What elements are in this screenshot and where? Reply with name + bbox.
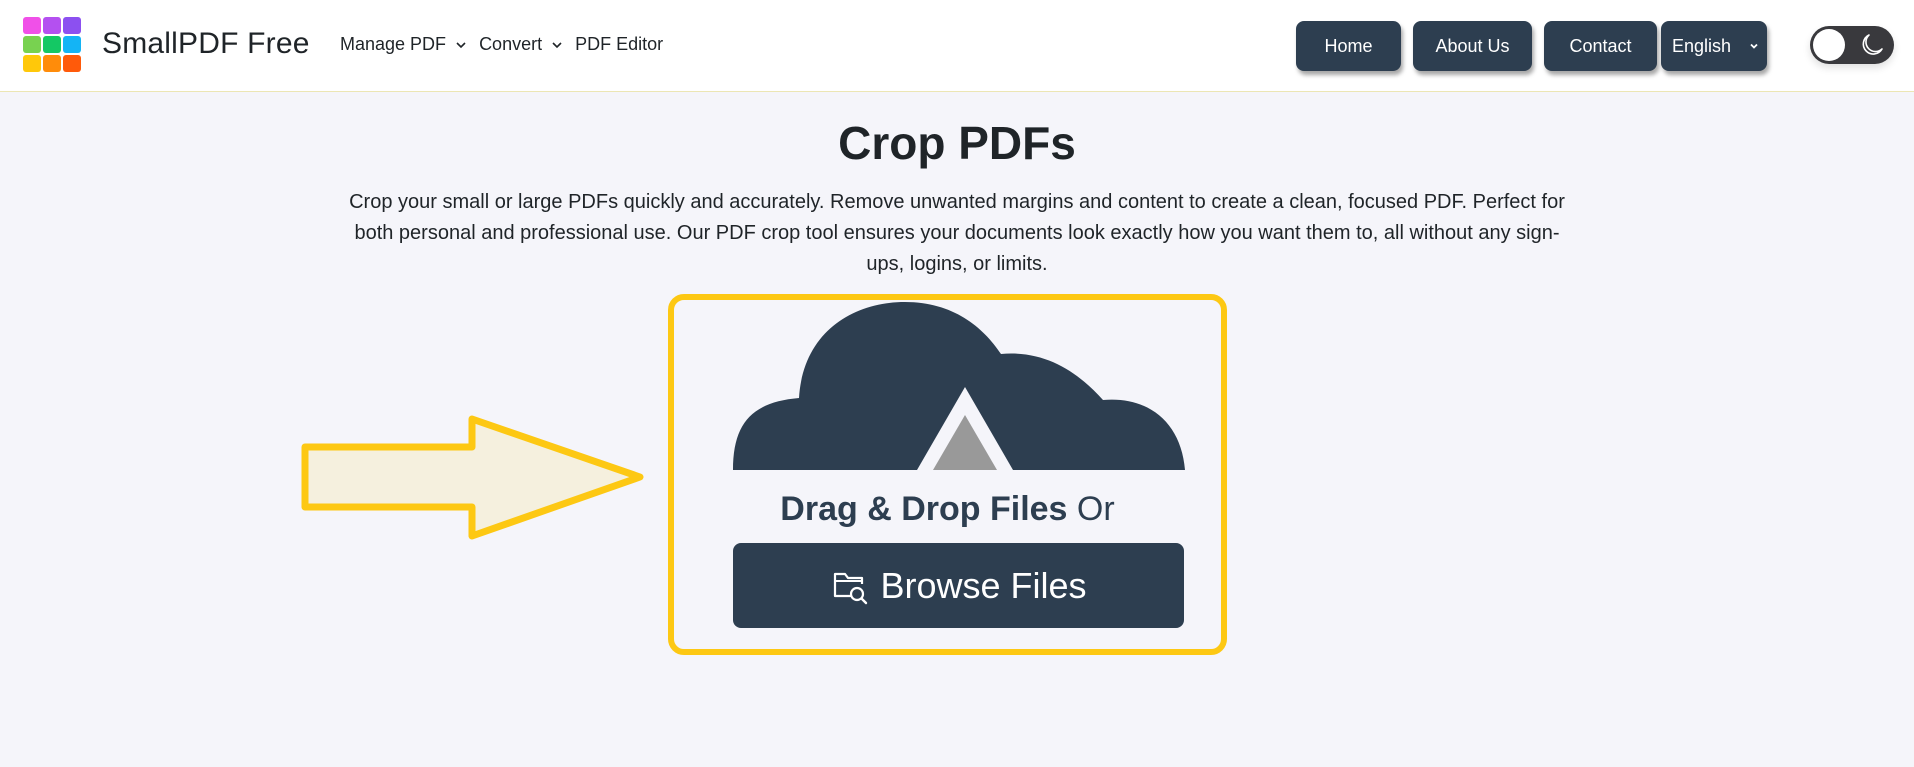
nav-convert-label: Convert xyxy=(479,34,543,54)
browse-files-label: Browse Files xyxy=(880,564,1087,606)
cloud-upload-icon xyxy=(733,302,1185,470)
app-grid-logo[interactable] xyxy=(23,17,83,73)
nav-pdf-editor[interactable]: PDF Editor xyxy=(575,34,663,55)
contact-button[interactable]: Contact xyxy=(1544,21,1657,71)
language-select-value: English xyxy=(1672,35,1732,56)
page-title: Crop PDFs xyxy=(838,117,1076,169)
logo-tile xyxy=(63,36,81,53)
site-header: SmallPDF Free Manage PDF Convert PDF Edi… xyxy=(0,0,1914,92)
chevron-down-icon xyxy=(1750,43,1758,49)
logo-tile xyxy=(63,17,81,34)
home-button[interactable]: Home xyxy=(1296,21,1401,71)
logo-tile xyxy=(63,55,81,72)
drag-drop-bold: Drag & Drop Files xyxy=(780,490,1068,528)
arrow-right-icon xyxy=(301,415,644,540)
brand-name[interactable]: SmallPDF Free xyxy=(102,27,310,61)
drag-drop-or: Or xyxy=(1076,490,1115,528)
logo-tile xyxy=(23,55,41,72)
header-buttons: Home About Us Contact English xyxy=(1296,21,1767,71)
language-select[interactable]: English xyxy=(1661,21,1767,71)
logo-tile xyxy=(43,55,61,72)
logo-tile xyxy=(43,36,61,53)
folder-search-icon xyxy=(834,572,868,604)
nav-pdf-editor-label: PDF Editor xyxy=(575,34,664,54)
logo-tile xyxy=(43,17,61,34)
about-us-button[interactable]: About Us xyxy=(1413,21,1532,71)
moon-icon xyxy=(1862,34,1883,55)
file-dropzone[interactable]: Drag & Drop Files Or Browse Files xyxy=(668,294,1227,655)
nav-manage-pdf[interactable]: Manage PDF xyxy=(340,34,467,55)
chevron-down-icon xyxy=(552,41,562,48)
page-description: Crop your small or large PDFs quickly an… xyxy=(349,191,1565,275)
chevron-down-icon xyxy=(456,41,466,48)
drag-drop-text: Drag & Drop Files Or xyxy=(674,490,1221,529)
main-nav: Manage PDF Convert PDF Editor xyxy=(340,34,675,55)
nav-convert[interactable]: Convert xyxy=(479,34,563,55)
toggle-knob xyxy=(1813,29,1845,61)
theme-toggle[interactable] xyxy=(1810,26,1894,64)
nav-manage-pdf-label: Manage PDF xyxy=(340,34,447,54)
logo-tile xyxy=(23,17,41,34)
logo-tile xyxy=(23,36,41,53)
browse-files-button[interactable]: Browse Files xyxy=(733,543,1184,628)
